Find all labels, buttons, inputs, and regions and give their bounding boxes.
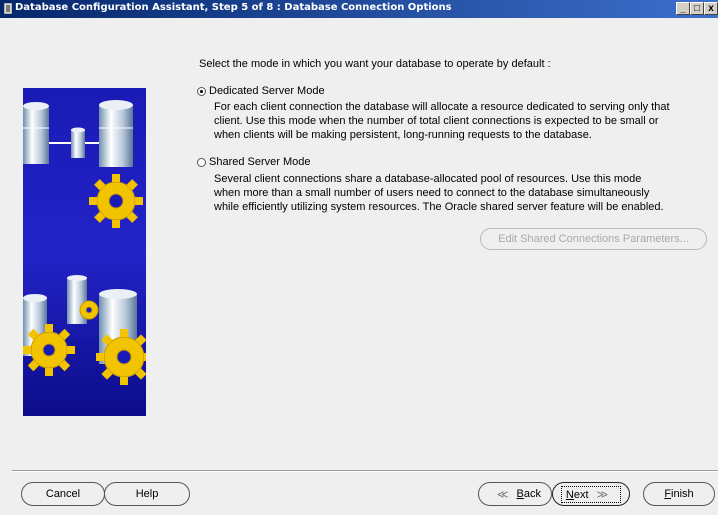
radio-unselected-icon[interactable] bbox=[197, 157, 206, 167]
mode-prompt: Select the mode in which you want your d… bbox=[199, 58, 551, 70]
minimize-button[interactable]: _ bbox=[676, 2, 690, 15]
next-arrow-icon: ≫ bbox=[596, 488, 609, 501]
close-icon: x bbox=[708, 3, 714, 14]
description-line: client. Use this mode when the number of… bbox=[214, 115, 659, 127]
maximize-icon: □ bbox=[693, 3, 701, 14]
shared-server-radio[interactable]: Shared Server Mode bbox=[197, 155, 311, 169]
back-button[interactable]: ≪ Back bbox=[478, 482, 552, 506]
maximize-button[interactable]: □ bbox=[690, 2, 704, 15]
edit-shared-connections-label: Edit Shared Connections Parameters... bbox=[498, 233, 689, 245]
description-line: while efficiently utilizing system resou… bbox=[214, 201, 664, 213]
close-button[interactable]: x bbox=[704, 2, 718, 15]
help-label: Help bbox=[135, 488, 159, 500]
next-button[interactable]: Next ≫ bbox=[552, 482, 630, 506]
dedicated-server-label[interactable]: Dedicated Server Mode bbox=[209, 85, 325, 97]
finish-button[interactable]: Finish bbox=[643, 482, 715, 506]
description-line: For each client connection the database … bbox=[214, 101, 670, 113]
description-line: when more than a small number of users n… bbox=[214, 187, 650, 199]
footer-separator bbox=[12, 470, 718, 472]
description-line: Several client connections share a datab… bbox=[214, 173, 642, 185]
database-servers-illustration bbox=[23, 88, 146, 416]
finish-label: Finish bbox=[664, 488, 694, 500]
edit-shared-connections-button[interactable]: Edit Shared Connections Parameters... bbox=[480, 228, 707, 250]
next-label: Next ≫ bbox=[560, 485, 622, 503]
back-label: Back bbox=[516, 488, 541, 500]
shared-server-description: Several client connections share a datab… bbox=[214, 172, 664, 214]
back-arrow-icon: ≪ bbox=[497, 488, 509, 501]
title-bar[interactable]: Database Configuration Assistant, Step 5… bbox=[0, 0, 718, 18]
cancel-button[interactable]: Cancel bbox=[21, 482, 105, 506]
description-line: when clients will be making persistent, … bbox=[214, 129, 592, 141]
shared-server-label[interactable]: Shared Server Mode bbox=[209, 156, 311, 168]
radio-selected-icon[interactable] bbox=[197, 86, 206, 96]
help-button[interactable]: Help bbox=[104, 482, 190, 506]
app-icon bbox=[4, 3, 12, 14]
dedicated-server-description: For each client connection the database … bbox=[214, 100, 670, 142]
dedicated-server-radio[interactable]: Dedicated Server Mode bbox=[197, 84, 325, 98]
dbca-window: Database Configuration Assistant, Step 5… bbox=[0, 0, 718, 515]
minimize-icon: _ bbox=[680, 3, 686, 14]
cancel-label: Cancel bbox=[45, 488, 81, 500]
window-title: Database Configuration Assistant, Step 5… bbox=[15, 2, 452, 13]
